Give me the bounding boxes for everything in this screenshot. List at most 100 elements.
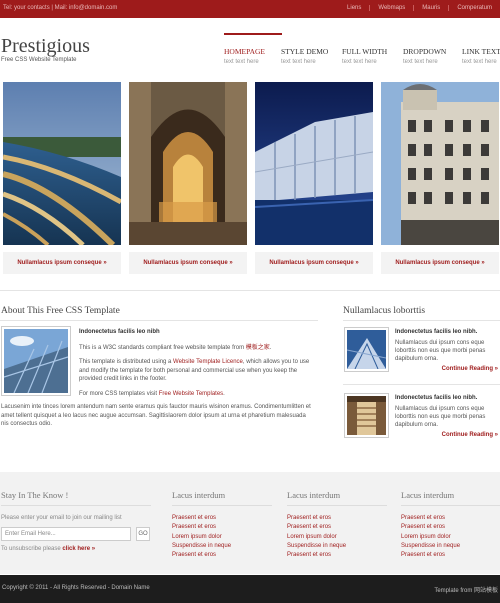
about-paragraph: This template is distributed using a Web… [79, 358, 314, 384]
sidebar-title: Nullamlacus loborttis [343, 306, 426, 316]
gallery-caption-link[interactable]: Nullamlacus ipsum conseque » [255, 252, 373, 274]
divider [343, 384, 500, 385]
free-templates-link[interactable]: Free Website Templates [159, 391, 223, 397]
about-paragraph: For more CSS templates visit Free Websit… [79, 390, 314, 399]
main-nav: HOMEPAGE text text here STYLE DEMO text … [224, 33, 500, 73]
sidebar-post: Indonectetus facilis leo nibh. Nullamlac… [343, 327, 500, 379]
footer-link[interactable]: Suspendisse in neque [401, 542, 460, 551]
top-link-1[interactable]: Liens [339, 5, 369, 11]
about-title: About This Free CSS Template [1, 306, 120, 316]
nav-label: DROPDOWN [403, 47, 447, 56]
sidebar-post-body: Nullamlacus dui ipsum cons eque lobortti… [395, 340, 486, 362]
about-heading: Indonectetus facilis leo nibh [79, 329, 160, 335]
footer-link[interactable]: Lorem ipsum dolor [287, 533, 346, 542]
nav-sublabel: text text here [403, 59, 438, 65]
copyright-bar: Copyright © 2011 - All Rights Reserved -… [0, 575, 500, 603]
footer-link[interactable]: Praesent et eros [401, 514, 460, 523]
footer-link[interactable]: Praesent et eros [172, 551, 231, 560]
footer-link[interactable]: Praesent et eros [287, 551, 346, 560]
nav-label: LINK TEXT [462, 47, 500, 56]
gallery-photo-amphitheatre[interactable] [3, 82, 121, 245]
footer-column-title: Lacus interdum [172, 490, 226, 500]
sidebar-post-text: Indonectetus facilis leo nibh. Nullamlac… [395, 394, 499, 429]
featured-gallery: Nullamlacus ipsum conseque » Nullamlacus… [0, 82, 500, 274]
sidebar-post-image[interactable] [344, 393, 389, 438]
email-input[interactable]: Enter Email Here... [1, 527, 131, 541]
footer-link[interactable]: Praesent et eros [172, 523, 231, 532]
site-logo[interactable]: Prestigious [1, 35, 90, 58]
footer-link[interactable]: Suspendisse in neque [172, 542, 231, 551]
footer-link[interactable]: Praesent et eros [172, 514, 231, 523]
footer-link-list: Praesent et eros Praesent et eros Lorem … [172, 514, 231, 560]
copyright-text: Copyright © 2011 - All Rights Reserved -… [2, 585, 150, 591]
contact-info: Tel: your contacts | Mail: info@domain.c… [3, 5, 118, 11]
footer-link[interactable]: Lorem ipsum dolor [401, 533, 460, 542]
footer-link[interactable]: Praesent et eros [287, 523, 346, 532]
footer-link[interactable]: Praesent et eros [401, 523, 460, 532]
top-link-3[interactable]: Mauris [413, 5, 448, 11]
text: For more CSS templates visit [79, 390, 159, 397]
site-tagline: Free CSS Website Template [1, 57, 77, 63]
sidebar-post-image[interactable] [344, 327, 389, 372]
sidebar-post-text: Indonectetus facilis leo nibh. Nullamlac… [395, 328, 499, 363]
gallery-photo-modern-building[interactable] [255, 82, 373, 245]
footer-link-list: Praesent et eros Praesent et eros Lorem … [287, 514, 346, 560]
sidebar-post-heading: Indonectetus facilis leo nibh. [395, 329, 478, 335]
sidebar-post-heading: Indonectetus facilis leo nibh. [395, 395, 478, 401]
unsubscribe-link[interactable]: click here » [62, 546, 95, 552]
footer-link[interactable]: Praesent et eros [287, 514, 346, 523]
text: . [223, 390, 225, 397]
divider [343, 320, 500, 321]
footer-link[interactable]: Suspendisse in neque [287, 542, 346, 551]
template-site-link[interactable]: 模板之家 [246, 345, 270, 351]
gallery-photo-classic-building[interactable] [381, 82, 499, 245]
footer-column-title: Lacus interdum [401, 490, 455, 500]
about-body: Indonectetus facilis leo nibh This is a … [79, 328, 314, 404]
nav-sublabel: text text here [342, 59, 377, 65]
about-paragraph: This is a W3C standards compliant free w… [79, 344, 314, 353]
divider [0, 290, 500, 291]
text: . [269, 344, 272, 351]
text: To unsubscribe please [1, 546, 63, 552]
text: This is a W3C standards compliant free w… [79, 344, 246, 351]
top-bar: Tel: your contacts | Mail: info@domain.c… [0, 0, 500, 18]
newsletter-go-button[interactable]: GO [136, 527, 150, 541]
top-links: Liens Webmaps Mauris Comperatum [339, 5, 500, 11]
gallery-caption-link[interactable]: Nullamlacus ipsum conseque » [129, 252, 247, 274]
nav-label: HOMEPAGE [224, 47, 265, 56]
nav-item-dropdown[interactable]: DROPDOWN text text here [403, 33, 461, 65]
nav-item-style-demo[interactable]: STYLE DEMO text text here [281, 33, 339, 65]
newsletter-title: Stay In The Know ! [1, 490, 69, 500]
divider [1, 505, 151, 506]
about-image [1, 326, 71, 396]
text: This template is distributed using a [79, 359, 174, 365]
nav-item-full-width[interactable]: FULL WIDTH text text here [342, 33, 400, 65]
divider [287, 505, 387, 506]
unsubscribe-text: To unsubscribe please click here » [1, 546, 95, 552]
gallery-caption-link[interactable]: Nullamlacus ipsum conseque » [381, 252, 499, 274]
top-link-2[interactable]: Webmaps [369, 5, 413, 11]
template-credit-link[interactable]: Template from 网站模板 [434, 585, 498, 594]
divider [401, 505, 500, 506]
newsletter-instructions: Please enter your email to join our mail… [1, 515, 122, 521]
top-link-4[interactable]: Comperatum [448, 5, 500, 11]
sidebar-post-body: Nullamlacus dui ipsum cons eque lobortti… [395, 406, 486, 428]
about-extended-text: Lacusenim inte tinces lorem antendum nam… [1, 404, 311, 427]
nav-label: FULL WIDTH [342, 47, 388, 56]
nav-label: STYLE DEMO [281, 47, 329, 56]
continue-reading-link[interactable]: Continue Reading » [442, 432, 498, 438]
sidebar-post: Indonectetus facilis leo nibh. Nullamlac… [343, 393, 500, 445]
footer-link-list: Praesent et eros Praesent et eros Lorem … [401, 514, 460, 560]
nav-item-link-text[interactable]: LINK TEXT text text here [462, 33, 500, 65]
gallery-caption-link[interactable]: Nullamlacus ipsum conseque » [3, 252, 121, 274]
nav-item-homepage[interactable]: HOMEPAGE text text here [224, 33, 282, 65]
divider [172, 505, 272, 506]
licence-link[interactable]: Website Template Licence [173, 359, 243, 365]
gallery-photo-arches[interactable] [129, 82, 247, 245]
nav-sublabel: text text here [281, 59, 316, 65]
footer-link[interactable]: Praesent et eros [401, 551, 460, 560]
footer-column-title: Lacus interdum [287, 490, 341, 500]
nav-sublabel: text text here [462, 59, 497, 65]
continue-reading-link[interactable]: Continue Reading » [442, 366, 498, 372]
footer-link[interactable]: Lorem ipsum dolor [172, 533, 231, 542]
